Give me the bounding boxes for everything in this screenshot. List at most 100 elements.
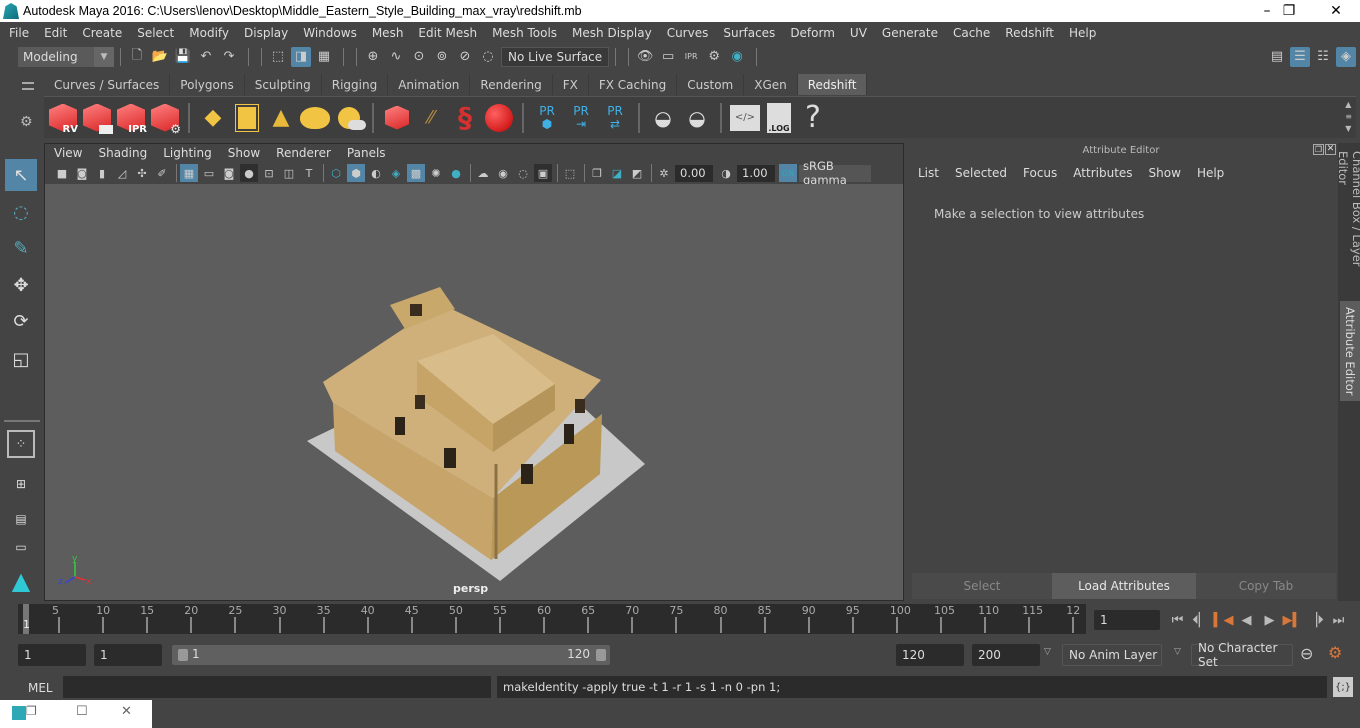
backface-culling-icon[interactable]: ◪ [608,164,626,182]
safe-title-icon[interactable]: T [300,164,318,182]
bookmark-icon[interactable]: ▮ [93,164,111,182]
maximize-icon[interactable]: ☐ [76,704,88,719]
attribute-editor-tab[interactable]: Attribute Editor [1340,301,1360,401]
menu-modify[interactable]: Modify [189,26,229,40]
tab-custom[interactable]: Custom [677,74,745,95]
gamma-icon[interactable]: ◑ [717,164,735,182]
gamma-field[interactable]: 1.00 [737,164,775,182]
live-surface-field[interactable]: No Live Surface [501,46,610,67]
rs-hair-button[interactable]: § [448,100,482,136]
animation-preferences-icon[interactable]: ⚙ [1328,643,1342,662]
float-panel-icon[interactable]: ❐ [1313,144,1324,155]
new-scene-icon[interactable]: 🗋 [127,47,147,67]
rs-sphere-button[interactable] [482,100,516,136]
rs-spot-light-button[interactable]: ▲ [264,100,298,136]
move-tool-icon[interactable]: ✥ [5,269,37,301]
auto-key-icon[interactable]: ⊖ [1300,644,1313,663]
tab-rendering[interactable]: Rendering [470,74,553,95]
single-view-layout-icon[interactable]: ⁘ [7,430,35,458]
vp-menu-shading[interactable]: Shading [98,146,147,160]
graph-layout-icon[interactable]: ▭ [5,538,37,556]
menu-select[interactable]: Select [137,26,174,40]
vp-menu-panels[interactable]: Panels [347,146,386,160]
tab-sculpting[interactable]: Sculpting [244,74,322,95]
render-current-frame-icon[interactable]: ▭ [658,47,678,67]
tab-fx-caching[interactable]: FX Caching [588,74,678,95]
menu-mesh-display[interactable]: Mesh Display [572,26,652,40]
tab-fx[interactable]: FX [552,74,589,95]
channel-box-toggle-icon[interactable]: ◈ [1336,46,1356,67]
exposure-field[interactable]: 0.00 [675,164,713,182]
range-slider[interactable]: 1 120 [172,645,610,665]
field-chart-icon[interactable]: ⊡ [260,164,278,182]
menu-deform[interactable]: Deform [790,26,835,40]
restore-icon[interactable]: ❐ [26,704,37,718]
menu-create[interactable]: Create [82,26,122,40]
command-input[interactable] [63,676,491,698]
anim-layer-dropdown-arrow-icon[interactable]: ▽ [1044,647,1051,657]
redshift-batch-render-button[interactable] [80,100,114,136]
script-language-toggle[interactable]: MEL [28,681,53,695]
ae-menu-focus[interactable]: Focus [1023,166,1057,180]
pr-export-button[interactable]: PR ⇥ [564,100,598,136]
ae-menu-show[interactable]: Show [1149,166,1181,180]
2d-pan-zoom-icon[interactable]: ✣ [133,164,151,182]
snap-live-icon[interactable]: ⊘ [455,47,475,67]
play-forwards-icon[interactable]: ▶ [1258,613,1281,628]
log-button[interactable]: .LOG [762,100,796,136]
copy-tab-button[interactable]: Copy Tab [1196,573,1336,599]
menu-help[interactable]: Help [1069,26,1096,40]
image-plane-icon[interactable]: ◿ [113,164,131,182]
pr-swap-button[interactable]: PR ⇄ [598,100,632,136]
time-slider[interactable]: 1 5 10 15 20 25 30 35 40 45 50 55 60 65 70 75 80 85 90 95 1… [18,604,1086,634]
undo-icon[interactable]: ↶ [196,47,216,67]
snap-grid-icon[interactable]: ⊕ [363,47,383,67]
bake-textures-button[interactable]: ◒ [646,100,680,136]
anim-layer-dropdown[interactable]: No Anim Layer [1062,644,1162,666]
animation-end-field[interactable]: 200 [972,644,1040,666]
scale-tool-icon[interactable]: ◱ [5,343,37,375]
attribute-editor-toggle-icon[interactable]: ☰ [1290,46,1310,67]
3d-scene-view[interactable]: y x z persp [45,184,903,600]
mode-dropdown-arrow-icon[interactable]: ▼ [94,46,114,67]
menu-display[interactable]: Display [244,26,288,40]
tab-redshift[interactable]: Redshift [797,74,868,95]
anti-aliasing-icon[interactable]: ◌ [514,164,532,182]
menu-file[interactable]: File [9,26,29,40]
paint-select-tool-icon[interactable]: ✎ [5,232,37,264]
select-button[interactable]: Select [912,573,1052,599]
redshift-render-settings-button[interactable]: ⚙ [148,100,182,136]
tab-animation[interactable]: Animation [388,74,471,95]
playback-start-field[interactable]: 1 [94,644,162,666]
step-back-key-icon[interactable]: ▍◀ [1212,613,1235,628]
rs-portal-light-button[interactable] [230,100,264,136]
load-attributes-button[interactable]: Load Attributes [1052,573,1196,599]
step-forward-key-icon[interactable]: ▶▍ [1281,613,1304,628]
select-by-component-icon[interactable]: ▦ [314,47,334,67]
ipr-render-icon[interactable]: IPR [681,47,701,67]
xray-active-components-icon[interactable]: ❐ [588,164,606,182]
menu-uv[interactable]: UV [850,26,867,40]
view-transform-dropdown[interactable]: sRGB gamma [799,159,871,187]
grease-pencil-icon[interactable]: ✐ [153,164,171,182]
tool-settings-icon[interactable]: ☷ [1313,47,1333,67]
animation-start-field[interactable]: 1 [18,644,86,666]
color-management-toggle[interactable]: ON [779,164,797,182]
menu-redshift[interactable]: Redshift [1005,26,1054,40]
channel-box-tab[interactable]: Channel Box / Layer Editor [1336,151,1360,296]
menu-edit-mesh[interactable]: Edit Mesh [418,26,477,40]
menu-cache[interactable]: Cache [953,26,990,40]
select-by-object-icon[interactable]: ◨ [291,46,311,67]
isolate-select-icon[interactable]: ▣ [534,164,552,182]
close-button[interactable]: ✕ [1313,0,1359,22]
use-all-lights-icon[interactable]: ✺ [427,164,445,182]
menu-edit[interactable]: Edit [44,26,67,40]
help-button[interactable]: ? [796,100,830,136]
wireframe-icon[interactable]: ⬡ [327,164,345,182]
shelf-tabs-menu-icon[interactable] [22,82,34,90]
go-to-start-icon[interactable]: ⏮ [1166,613,1189,628]
step-back-frame-icon[interactable]: ⏴▏ [1189,613,1212,628]
exposure-icon[interactable]: ✲ [655,164,673,182]
xray-joints-icon[interactable]: ⬚ [561,164,579,182]
shelf-settings-gear-icon[interactable]: ⚙ [20,114,33,130]
